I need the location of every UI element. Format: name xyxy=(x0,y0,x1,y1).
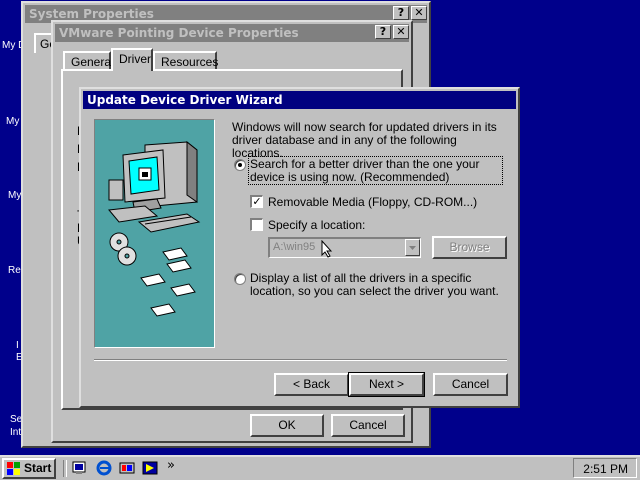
taskbar: Start » 2:51 PM xyxy=(0,455,640,480)
display-driver-list-label[interactable]: Display a list of all the drivers in a s… xyxy=(250,272,508,298)
close-button[interactable]: ✕ xyxy=(411,6,427,20)
tab-driver[interactable]: Driver xyxy=(111,48,153,71)
desktop-icon-label-internet-setup[interactable]: Int xyxy=(10,427,21,438)
vmware-properties-titlebar[interactable]: VMware Pointing Device Properties xyxy=(55,24,409,42)
wizard-title: Update Device Driver Wizard xyxy=(87,93,283,107)
mouse-cursor-icon xyxy=(321,240,333,258)
location-value: A:\win95 xyxy=(273,241,316,253)
internet-explorer-icon[interactable] xyxy=(96,460,112,476)
quick-launch-separator xyxy=(63,460,67,477)
desktop-icon-label-recycle-bin[interactable]: Re xyxy=(8,265,21,276)
removable-media-checkbox[interactable]: ✓ xyxy=(250,195,263,208)
location-combobox[interactable]: A:\win95 xyxy=(268,237,421,258)
help-button[interactable]: ? xyxy=(375,25,391,39)
search-better-driver-radio[interactable] xyxy=(234,159,246,171)
wizard-titlebar[interactable]: Update Device Driver Wizard xyxy=(83,91,516,109)
search-better-driver-label[interactable]: Search for a better driver than the one … xyxy=(250,158,504,184)
cancel-button[interactable]: Cancel xyxy=(331,414,405,437)
dropdown-button[interactable] xyxy=(405,239,420,256)
back-button[interactable]: < Back xyxy=(274,373,349,396)
cancel-button[interactable]: Cancel xyxy=(433,373,508,396)
specify-location-label[interactable]: Specify a location: xyxy=(268,219,365,232)
desktop-icon-label-my-network[interactable]: My xyxy=(8,190,21,201)
start-label: Start xyxy=(24,461,52,475)
desktop-icon-label-internet-1[interactable]: I xyxy=(16,340,19,351)
outlook-express-icon[interactable] xyxy=(142,460,158,476)
removable-media-label[interactable]: Removable Media (Floppy, CD-ROM...) xyxy=(268,196,477,209)
tab-resources[interactable]: Resources xyxy=(153,51,218,71)
computer-with-disks-icon xyxy=(108,140,201,317)
next-button[interactable]: Next > xyxy=(348,372,425,397)
display-driver-list-radio[interactable] xyxy=(234,273,246,285)
tab-general[interactable]: General xyxy=(63,51,114,71)
channels-icon[interactable] xyxy=(119,460,135,476)
specify-location-checkbox[interactable] xyxy=(250,218,263,231)
quick-launch-more-button[interactable]: » xyxy=(167,458,175,473)
desktop-icon-label-my-computer[interactable]: My xyxy=(6,116,19,127)
system-properties-title: System Properties xyxy=(29,7,154,21)
clock[interactable]: 2:51 PM xyxy=(583,462,628,476)
wizard-illustration xyxy=(94,119,215,348)
wizard-intro-text: Windows will now search for updated driv… xyxy=(232,120,497,160)
browse-button[interactable]: Browse xyxy=(432,236,507,259)
chevron-down-icon xyxy=(409,246,416,250)
start-button[interactable]: Start xyxy=(2,458,56,479)
update-driver-wizard-window: Update Device Driver Wizard Windows will… xyxy=(79,87,520,408)
show-desktop-icon[interactable] xyxy=(72,460,88,476)
windows-logo-icon xyxy=(7,462,20,475)
ok-button[interactable]: OK xyxy=(250,414,324,437)
vmware-properties-title: VMware Pointing Device Properties xyxy=(59,26,299,40)
wizard-separator xyxy=(94,359,507,361)
help-button[interactable]: ? xyxy=(393,6,409,20)
system-tray: 2:51 PM xyxy=(573,458,637,478)
close-button[interactable]: ✕ xyxy=(393,25,409,39)
